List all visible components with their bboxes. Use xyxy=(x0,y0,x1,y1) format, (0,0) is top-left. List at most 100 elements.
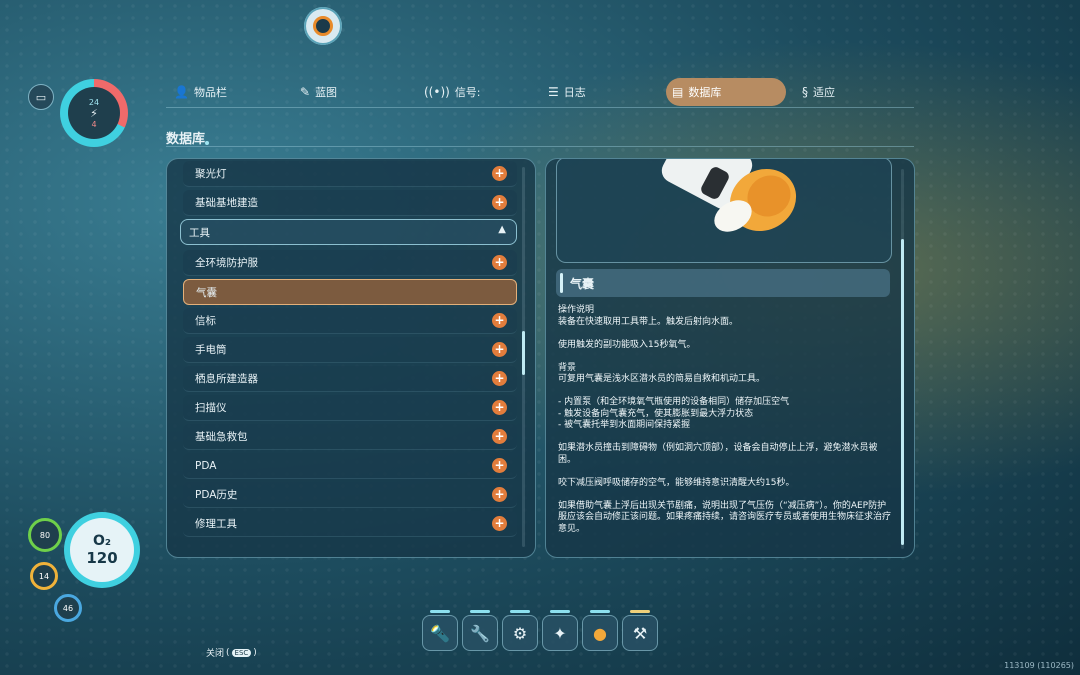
vitals-ring: 24 ⚡ 4 xyxy=(60,79,128,147)
plus-icon[interactable]: + xyxy=(492,313,507,328)
list-item[interactable]: 手电筒 + xyxy=(183,337,517,363)
page-title: 数据库 xyxy=(166,132,206,147)
tab-label: 信号: xyxy=(454,86,481,99)
list-item[interactable]: PDA历史 + xyxy=(183,482,517,508)
plus-icon[interactable]: + xyxy=(492,166,507,181)
health-value: 80 xyxy=(39,530,51,540)
list-item[interactable]: 栖息所建造器 + xyxy=(183,366,517,392)
category-label: 工具 xyxy=(189,226,210,239)
habitat-builder-icon: ⚒ xyxy=(632,623,648,643)
tab-blueprints[interactable]: ✎ 蓝图 xyxy=(292,78,345,106)
list-item-label: 手电筒 xyxy=(195,344,227,356)
slot-indicator xyxy=(590,610,610,613)
tab-inventory[interactable]: 👤 物品栏 xyxy=(166,78,235,106)
title-dot xyxy=(205,141,209,145)
plus-icon[interactable]: + xyxy=(492,516,507,531)
list-item-label: 信标 xyxy=(195,315,216,327)
blueprint-icon: ✎ xyxy=(300,85,311,99)
database-entry-panel: 气囊 操作说明 装备在快速取用工具带上。触发后射向水面。 使用触发的副功能吸入1… xyxy=(545,158,915,558)
signal-icon: ((•)) xyxy=(424,85,450,99)
flashlight-icon: ✦ xyxy=(553,623,567,643)
bolt-icon: ⚡ xyxy=(90,106,98,120)
oxygen-label: O₂ xyxy=(92,533,112,549)
list-item-label: 全环境防护服 xyxy=(195,257,258,269)
category-header-tools[interactable]: 工具 ▲ xyxy=(180,219,517,245)
vitals-bottom-value: 4 xyxy=(91,119,97,129)
list-item[interactable]: 扫描仪 + xyxy=(183,395,517,421)
slot-indicator xyxy=(510,610,530,613)
plus-icon[interactable]: + xyxy=(492,195,507,210)
oxygen-gauge: O₂ 120 xyxy=(64,512,140,588)
quickbar-slot-4[interactable]: ✦ xyxy=(542,615,578,651)
builder-tool-icon: ⚙ xyxy=(512,623,528,643)
tab-adaptation[interactable]: § 适应 xyxy=(794,78,843,106)
version-label: 113109 (110265) xyxy=(1004,661,1074,670)
list-scrollbar-thumb[interactable] xyxy=(522,331,525,375)
tab-signals[interactable]: ((•)) 信号: xyxy=(416,78,489,106)
database-list-panel: 聚光灯 + 基础基地建造 + 工具 ▲ 全环境防护服 + 气囊 信标 + 手电筒… xyxy=(166,158,536,558)
log-icon: ☰ xyxy=(548,85,559,99)
list-item-label: 气囊 xyxy=(196,286,217,299)
plus-icon[interactable]: + xyxy=(492,371,507,386)
entry-image xyxy=(556,159,892,263)
quickbar-slot-6[interactable]: ⚒ xyxy=(622,615,658,651)
list-item-label: PDA xyxy=(195,459,217,472)
vitals-top-value: 24 xyxy=(88,97,100,107)
list-item[interactable]: PDA + xyxy=(183,453,517,479)
close-hint[interactable]: 关闭(ESC) xyxy=(206,646,257,660)
health-gauge: 80 xyxy=(28,518,62,552)
tab-label: 数据库 xyxy=(688,86,722,99)
tab-divider xyxy=(166,107,914,108)
tab-log[interactable]: ☰ 日志 xyxy=(540,78,594,106)
entry-scrollbar-thumb[interactable] xyxy=(901,239,904,545)
compass-icon xyxy=(304,7,342,45)
water-value: 46 xyxy=(62,603,74,613)
tab-database[interactable]: ▤ 数据库 xyxy=(666,78,786,106)
quickbar-slot-3[interactable]: ⚙ xyxy=(502,615,538,651)
quickbar-slot-1[interactable]: 🔦 xyxy=(422,615,458,651)
battery-icon: ▭ xyxy=(28,84,54,110)
slot-indicator xyxy=(470,610,490,613)
list-item-label: 修理工具 xyxy=(195,518,237,530)
slot-indicator xyxy=(550,610,570,613)
list-item-label: PDA历史 xyxy=(195,489,238,501)
repair-tool-icon: 🔧 xyxy=(470,623,490,643)
entry-body: 操作说明 装备在快速取用工具带上。触发后射向水面。 使用触发的副功能吸入15秒氧… xyxy=(558,305,892,534)
tab-label: 适应 xyxy=(813,86,835,99)
list-item[interactable]: 基础基地建造 + xyxy=(183,190,517,216)
plus-icon[interactable]: + xyxy=(492,400,507,415)
list-item[interactable]: 修理工具 + xyxy=(183,511,517,537)
oxygen-value: 120 xyxy=(86,549,118,567)
entry-title: 气囊 xyxy=(556,269,890,297)
chevron-up-icon: ▲ xyxy=(498,224,506,235)
list-item-label: 扫描仪 xyxy=(195,402,227,414)
list-item-selected[interactable]: 气囊 xyxy=(183,279,517,305)
water-gauge: 46 xyxy=(54,594,82,622)
list-item[interactable]: 基础急救包 + xyxy=(183,424,517,450)
plus-icon[interactable]: + xyxy=(492,429,507,444)
quickbar-slot-5[interactable]: ● xyxy=(582,615,618,651)
list-item[interactable]: 聚光灯 + xyxy=(183,161,517,187)
scanner-tool-icon: 🔦 xyxy=(430,623,450,643)
slot-indicator xyxy=(630,610,650,613)
list-item-label: 基础急救包 xyxy=(195,431,248,443)
food-gauge: 14 xyxy=(30,562,58,590)
slot-indicator xyxy=(430,610,450,613)
esc-key-badge: ESC xyxy=(231,648,252,657)
title-divider xyxy=(166,146,914,147)
list-item[interactable]: 信标 + xyxy=(183,308,517,334)
air-bladder-icon: ● xyxy=(593,623,607,643)
plus-icon[interactable]: + xyxy=(492,255,507,270)
list-item-label: 栖息所建造器 xyxy=(195,373,258,385)
air-bladder-illustration xyxy=(661,159,797,232)
food-value: 14 xyxy=(38,571,50,581)
quickbar-slot-2[interactable]: 🔧 xyxy=(462,615,498,651)
tab-bar: 👤 物品栏 ✎ 蓝图 ((•)) 信号: ☰ 日志 ▤ 数据库 § 适应 xyxy=(166,78,914,108)
tab-label: 日志 xyxy=(563,86,586,99)
tab-label: 物品栏 xyxy=(193,86,227,99)
plus-icon[interactable]: + xyxy=(492,342,507,357)
plus-icon[interactable]: + xyxy=(492,487,507,502)
dna-icon: § xyxy=(802,85,808,99)
list-item[interactable]: 全环境防护服 + xyxy=(183,250,517,276)
plus-icon[interactable]: + xyxy=(492,458,507,473)
